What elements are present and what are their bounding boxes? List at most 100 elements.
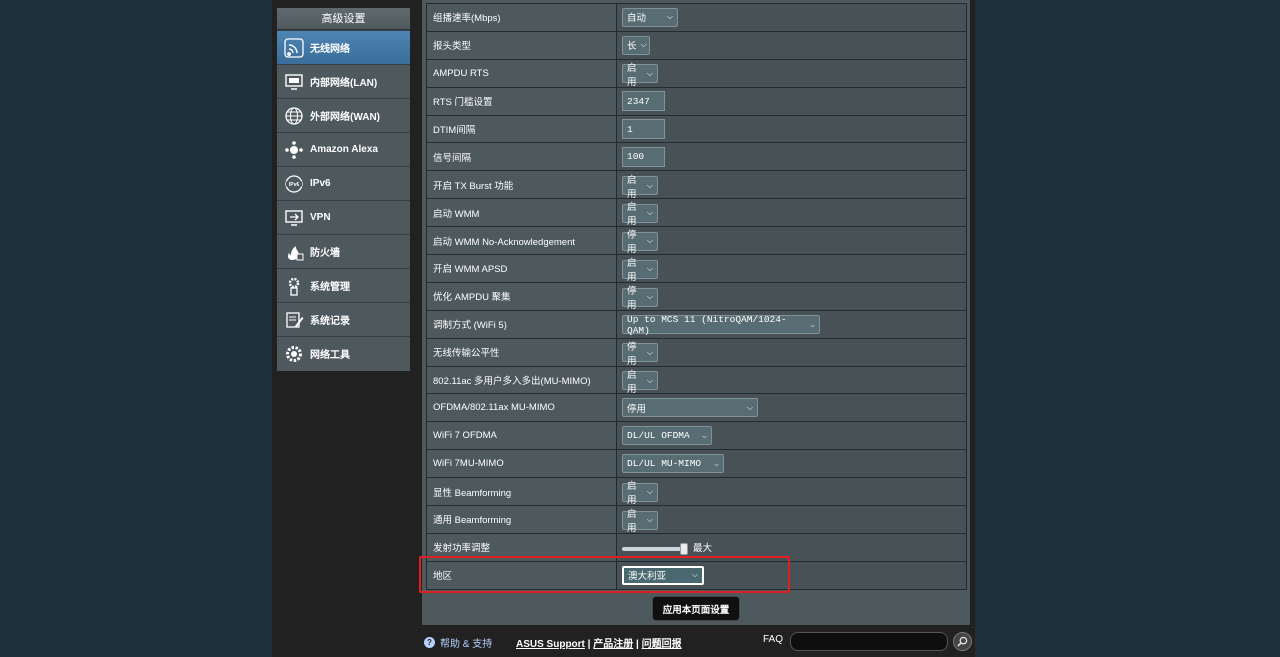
setting-select[interactable]: Up to MCS 11 (NitroQAM/1024-QAM) ⌵: [622, 313, 820, 336]
faq-search-button[interactable]: [953, 632, 972, 651]
question-icon: ?: [424, 637, 435, 648]
asus-support-link[interactable]: ASUS Support: [516, 639, 585, 650]
setting-label: 启动 WMM No-Acknowledgement: [426, 226, 617, 256]
setting-label: 发射功率调整: [426, 532, 617, 562]
footer-separator: |: [636, 639, 639, 650]
sidebar-item-9[interactable]: 网络工具: [277, 336, 410, 370]
chevron-down-icon: ⌵: [646, 264, 653, 274]
sidebar-item-0[interactable]: 无线网络: [277, 30, 410, 64]
faq-search-input[interactable]: [790, 632, 948, 651]
sidebar-item-5[interactable]: VPN: [277, 200, 410, 234]
setting-select[interactable]: 启用 ⌵: [622, 370, 658, 395]
setting-value-cell: 启用 ⌵: [616, 58, 967, 88]
setting-label: 信号间隔: [426, 142, 617, 172]
setting-select[interactable]: 启用 ⌵: [622, 481, 658, 506]
apply-settings-button[interactable]: 应用本页面设置: [652, 596, 740, 621]
select-value: 启用: [627, 481, 637, 507]
setting-label: 无线传输公平性: [426, 337, 617, 367]
search-icon: [957, 636, 968, 647]
setting-value-cell: 启用 ⌵: [616, 254, 967, 283]
setting-select[interactable]: DL/UL OFDMA ⌵: [622, 426, 712, 446]
feedback-link[interactable]: 问题回报: [642, 639, 682, 650]
setting-value-cell: DL/UL MU-MIMO ⌵: [616, 449, 967, 479]
chevron-down-icon: ⌵: [646, 208, 653, 218]
setting-select[interactable]: DL/UL MU-MIMO ⌵: [622, 454, 724, 474]
select-value: 长: [627, 41, 637, 53]
setting-value-cell: Up to MCS 11 (NitroQAM/1024-QAM) ⌵: [616, 309, 967, 339]
setting-value-cell: 启用 ⌵: [616, 477, 967, 506]
setting-row: 启动 WMM 启用 ⌵: [426, 198, 967, 228]
sidebar-item-6[interactable]: 防火墙: [277, 234, 410, 268]
setting-value-cell: 自动 ⌵: [616, 3, 967, 32]
setting-select[interactable]: 停用 ⌵: [622, 230, 658, 255]
setting-input[interactable]: 100: [622, 146, 665, 167]
select-value: 启用: [627, 509, 637, 535]
product-register-link[interactable]: 产品注册: [593, 639, 633, 650]
select-value: 启用: [627, 369, 637, 395]
setting-label: 开启 TX Burst 功能: [426, 170, 617, 200]
setting-select[interactable]: 自动 ⌵: [622, 7, 678, 27]
network-tools-gear-icon: [283, 343, 305, 365]
sidebar-item-4[interactable]: IPv6 IPv6: [277, 166, 410, 200]
sidebar-item-7[interactable]: 系统管理: [277, 268, 410, 302]
setting-select[interactable]: 启用 ⌵: [622, 202, 658, 227]
setting-input[interactable]: 1: [622, 119, 665, 139]
setting-label: 通用 Beamforming: [426, 505, 617, 534]
setting-select[interactable]: 停用 ⌵: [622, 342, 658, 367]
setting-select[interactable]: 停用 ⌵: [622, 286, 658, 311]
setting-row: 组播速率(Mbps) 自动 ⌵: [426, 3, 967, 32]
footer-links: ASUS Support | 产品注册 | 问题回报: [516, 635, 682, 650]
setting-value-cell: 停用 ⌵: [616, 337, 967, 367]
chevron-down-icon: ⌵: [646, 292, 653, 302]
chevron-down-icon: ⌵: [666, 12, 673, 22]
setting-row: 无线传输公平性 停用 ⌵: [426, 337, 967, 367]
setting-select[interactable]: 启用 ⌵: [622, 63, 658, 88]
setting-value-cell: 停用 ⌵: [616, 226, 967, 255]
setting-label: 启动 WMM: [426, 198, 617, 228]
setting-value-cell: 2347: [616, 86, 967, 116]
globe-icon: [283, 105, 305, 127]
setting-value-cell: 停用 ⌵: [616, 281, 967, 311]
setting-row: RTS 门槛设置 2347: [426, 86, 967, 116]
firewall-flame-icon: [283, 241, 305, 263]
setting-value-cell: 最大: [616, 532, 967, 562]
select-value: 启用: [627, 174, 637, 200]
select-value: 停用: [627, 230, 637, 256]
setting-select[interactable]: 停用 ⌵: [622, 398, 758, 418]
setting-label: RTS 门槛设置: [426, 86, 617, 116]
tx-power-slider[interactable]: [622, 542, 688, 555]
setting-select[interactable]: 启用 ⌵: [622, 509, 658, 534]
select-value: Up to MCS 11 (NitroQAM/1024-QAM): [627, 313, 787, 336]
help-support-link[interactable]: ? 帮助 & 支持: [424, 635, 492, 650]
setting-row: 显性 Beamforming 启用 ⌵: [426, 477, 967, 506]
setting-value-cell: 停用 ⌵: [616, 393, 967, 423]
sidebar-item-3[interactable]: Amazon Alexa: [277, 132, 410, 166]
setting-select[interactable]: 启用 ⌵: [622, 175, 658, 200]
setting-input[interactable]: 2347: [622, 91, 665, 112]
admin-gear-icon: [283, 275, 305, 297]
setting-select[interactable]: 启用 ⌵: [622, 258, 658, 283]
chevron-down-icon: ⌵: [714, 459, 719, 469]
setting-row: DTIM间隔 1: [426, 114, 967, 144]
sidebar-item-label: 无线网络: [310, 44, 350, 55]
wireless-icon: [283, 37, 305, 59]
chevron-down-icon: ⌵: [646, 375, 653, 385]
setting-select[interactable]: 长 ⌵: [622, 35, 650, 55]
setting-value-cell: 长 ⌵: [616, 30, 967, 60]
help-support-label: 帮助 & 支持: [440, 639, 493, 650]
sidebar-item-8[interactable]: 系统记录: [277, 302, 410, 336]
setting-value-cell: DL/UL OFDMA ⌵: [616, 421, 967, 451]
vpn-monitor-icon: [283, 207, 305, 229]
sidebar-item-label: 网络工具: [310, 350, 350, 361]
tx-power-label: 最大: [693, 543, 713, 555]
region-select[interactable]: 澳大利亚 ⌵: [622, 565, 704, 585]
setting-row: WiFi 7 OFDMA DL/UL OFDMA ⌵: [426, 421, 967, 451]
select-value: 停用: [627, 286, 637, 312]
slider-handle[interactable]: [680, 542, 688, 555]
sidebar-item-2[interactable]: 外部网络(WAN): [277, 98, 410, 132]
chevron-down-icon: ⌵: [646, 68, 653, 78]
sidebar-item-1[interactable]: 内部网络(LAN): [277, 64, 410, 98]
setting-label: 报头类型: [426, 30, 617, 60]
setting-label: 802.11ac 多用户多入多出(MU-MIMO): [426, 365, 617, 395]
setting-value-cell: 启用 ⌵: [616, 505, 967, 534]
